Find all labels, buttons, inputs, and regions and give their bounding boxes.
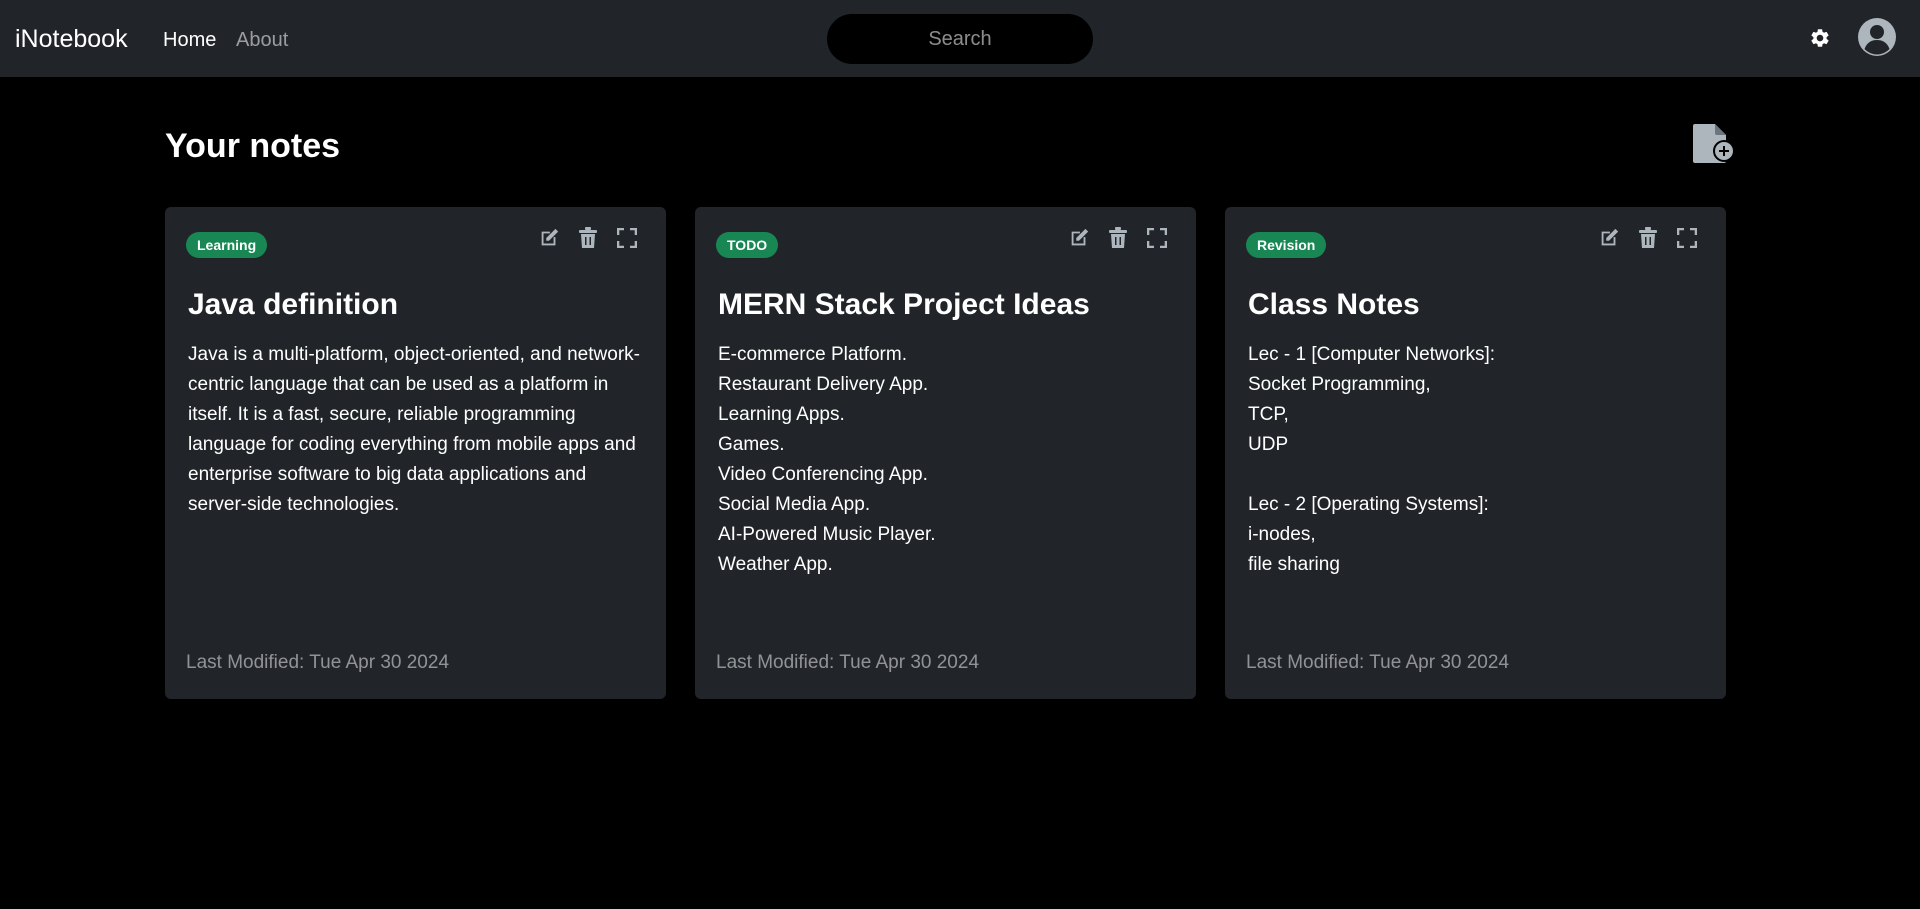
nav-link-home[interactable]: Home xyxy=(163,28,216,52)
note-title: Java definition xyxy=(188,288,399,321)
gear-icon xyxy=(1811,29,1829,47)
edit-note-button[interactable] xyxy=(1597,226,1621,250)
note-card: Learning Java definition Java is a multi… xyxy=(165,207,666,699)
page-title: Your notes xyxy=(165,127,341,165)
note-body: E-commerce Platform. Restaurant Delivery… xyxy=(718,344,936,575)
note-actions xyxy=(1597,226,1699,250)
note-title: Class Notes xyxy=(1248,288,1420,321)
expand-note-button[interactable] xyxy=(1675,226,1699,250)
navbar: iNotebook Home About xyxy=(0,0,1920,77)
brand-link[interactable]: iNotebook xyxy=(15,24,128,54)
edit-icon xyxy=(1601,228,1619,246)
trash-icon xyxy=(1109,227,1127,248)
note-card: Revision Class Notes Lec - 1 [Computer N… xyxy=(1225,207,1726,699)
theme-toggle-button[interactable] xyxy=(1806,24,1834,52)
note-tag-badge: Learning xyxy=(186,232,268,258)
delete-note-button[interactable] xyxy=(1106,226,1130,250)
note-last-modified: Last Modified: Tue Apr 30 2024 xyxy=(716,652,980,673)
note-last-modified: Last Modified: Tue Apr 30 2024 xyxy=(186,652,450,673)
expand-note-button[interactable] xyxy=(1145,226,1169,250)
note-actions xyxy=(537,226,639,250)
edit-note-button[interactable] xyxy=(537,226,561,250)
note-tag-badge: TODO xyxy=(716,232,779,258)
expand-icon xyxy=(1677,228,1697,248)
delete-note-button[interactable] xyxy=(1636,226,1660,250)
search-input[interactable] xyxy=(827,14,1093,64)
note-last-modified: Last Modified: Tue Apr 30 2024 xyxy=(1246,652,1510,673)
expand-icon xyxy=(617,228,637,248)
note-actions xyxy=(1067,226,1169,250)
note-body: Java is a multi-platform, object-oriente… xyxy=(188,344,640,515)
trash-icon xyxy=(1639,227,1657,248)
note-body: Lec - 1 [Computer Networks]: Socket Prog… xyxy=(1248,344,1496,575)
note-title: MERN Stack Project Ideas xyxy=(718,288,1090,321)
expand-icon xyxy=(1147,228,1167,248)
edit-icon xyxy=(1071,228,1089,246)
edit-note-button[interactable] xyxy=(1067,226,1091,250)
note-tag-badge: Revision xyxy=(1246,232,1327,258)
add-file-icon xyxy=(1693,124,1735,163)
user-avatar-icon xyxy=(1858,18,1896,56)
delete-note-button[interactable] xyxy=(576,226,600,250)
profile-button[interactable] xyxy=(1858,18,1896,56)
edit-icon xyxy=(541,228,559,246)
note-card: TODO MERN Stack Project Ideas E-commerce… xyxy=(695,207,1196,699)
add-note-button[interactable] xyxy=(1692,122,1738,164)
trash-icon xyxy=(579,227,597,248)
nav-link-about[interactable]: About xyxy=(236,28,288,52)
expand-note-button[interactable] xyxy=(615,226,639,250)
